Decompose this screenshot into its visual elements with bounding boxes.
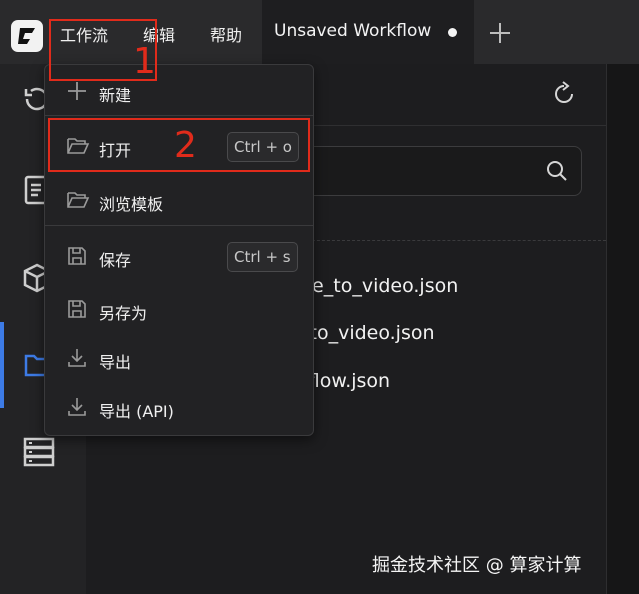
menu-item-export-api[interactable]: 导出 (API) — [45, 385, 313, 429]
shortcut-badge: Ctrl + s — [227, 242, 298, 272]
download-icon — [68, 349, 86, 367]
menu-item-label: 导出 — [99, 353, 132, 372]
active-indicator — [0, 322, 4, 408]
workflow-tab[interactable]: Unsaved Workflow — [262, 0, 474, 65]
menu-item-label: 新建 — [99, 86, 132, 105]
search-icon — [547, 161, 567, 181]
folder-open-icon — [67, 192, 90, 208]
menu-item-label: 另存为 — [99, 304, 148, 323]
menu-item-export[interactable]: 导出 — [45, 336, 313, 380]
save-icon — [68, 300, 86, 318]
plus-icon — [68, 82, 86, 100]
menu-item-save[interactable]: 保存 Ctrl + s — [45, 234, 313, 278]
model-library-icon[interactable] — [22, 436, 56, 472]
logo-icon — [18, 28, 35, 44]
menu-item-label: 浏览模板 — [99, 195, 164, 214]
new-tab-button[interactable] — [488, 21, 512, 45]
plus-icon — [490, 23, 510, 43]
refresh-button[interactable] — [551, 81, 577, 111]
refresh-icon — [555, 81, 573, 103]
canvas-edge — [606, 64, 639, 594]
save-icon — [68, 247, 86, 265]
workflow-file-item[interactable]: ge_to_video.json — [300, 275, 458, 297]
menu-separator — [45, 115, 313, 116]
menu-item-label: 导出 (API) — [99, 402, 174, 421]
menu-item-browse-templates[interactable]: 浏览模板 — [45, 178, 313, 222]
menu-item-label: 保存 — [99, 251, 132, 270]
search-input[interactable] — [290, 146, 582, 196]
annotation-number-1: 1 — [133, 41, 156, 82]
unsaved-dot-icon — [448, 28, 457, 37]
annotation-number-2: 2 — [174, 125, 197, 166]
workflow-file-item[interactable]: _to_video.json — [300, 322, 435, 344]
menu-separator — [45, 225, 313, 226]
tab-title: Unsaved Workflow — [274, 21, 432, 41]
watermark: 掘金技术社区 @ 算家计算 — [372, 555, 582, 576]
download-icon — [68, 398, 86, 416]
menu-help[interactable]: 帮助 — [210, 22, 242, 46]
menu-item-save-as[interactable]: 另存为 — [45, 287, 313, 331]
app-logo[interactable] — [11, 20, 43, 52]
